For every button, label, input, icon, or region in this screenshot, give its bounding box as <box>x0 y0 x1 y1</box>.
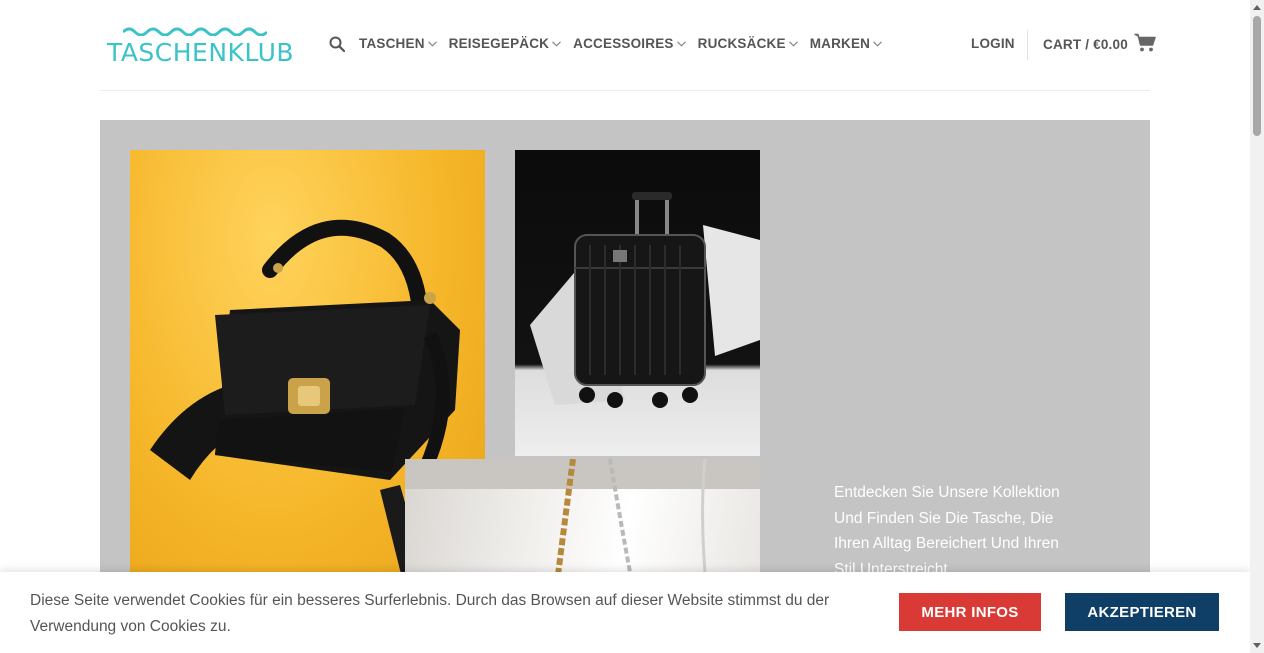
chevron-down-icon <box>873 40 883 47</box>
search-icon[interactable] <box>329 36 345 52</box>
scroll-up-icon[interactable] <box>1253 4 1261 10</box>
page-scrollbar[interactable] <box>1250 0 1264 653</box>
luggage-image[interactable] <box>515 150 760 456</box>
cart-label: CART / €0.00 <box>1043 37 1128 52</box>
nav-item-taschen[interactable]: TASCHEN <box>359 36 437 51</box>
nav-item-marken[interactable]: MARKEN <box>809 36 883 51</box>
cookie-banner: Diese Seite verwendet Cookies für ein be… <box>0 572 1250 653</box>
cart-link[interactable]: CART / €0.00 <box>1043 33 1156 53</box>
login-link[interactable]: LOGIN <box>971 36 1015 51</box>
scrollbar-thumb[interactable] <box>1253 16 1261 136</box>
more-info-button[interactable]: MEHR INFOS <box>899 593 1041 631</box>
page: TASCHENKLUB TASCHEN REISEGEPÄCK ACCESSOI… <box>0 0 1264 653</box>
nav-item-label: TASCHEN <box>359 36 425 51</box>
chevron-down-icon <box>552 40 562 47</box>
cookie-text: Diese Seite verwendet Cookies für ein be… <box>30 592 830 635</box>
nav-item-label: MARKEN <box>809 36 871 51</box>
chevron-down-icon <box>676 40 686 47</box>
cart-icon <box>1134 33 1156 52</box>
main-nav: TASCHEN REISEGEPÄCK ACCESSOIRES RUCKSÄCK… <box>359 36 894 51</box>
nav-item-label: ACCESSOIRES <box>573 36 674 51</box>
hero-text: Entdecken Sie Unsere Kollektion Und Find… <box>834 484 1060 578</box>
nav-item-reisegepaeck[interactable]: REISEGEPÄCK <box>448 36 562 51</box>
chevron-down-icon <box>427 40 437 47</box>
nav-item-accessoires[interactable]: ACCESSOIRES <box>573 36 686 51</box>
accept-cookies-button[interactable]: AKZEPTIEREN <box>1065 593 1219 631</box>
site-logo[interactable]: TASCHENKLUB <box>107 26 297 67</box>
site-header: TASCHENKLUB TASCHEN REISEGEPÄCK ACCESSOI… <box>0 0 1250 91</box>
chevron-down-icon <box>788 40 798 47</box>
nav-item-label: RUCKSÄCKE <box>697 36 786 51</box>
scroll-down-icon[interactable] <box>1253 643 1261 649</box>
logo-text: TASCHENKLUB <box>107 38 295 67</box>
logo-waves-icon <box>123 27 267 36</box>
luggage-illustration <box>530 192 760 408</box>
nav-item-rucksaecke[interactable]: RUCKSÄCKE <box>698 36 798 51</box>
nav-item-label: REISEGEPÄCK <box>448 36 550 51</box>
header-separator <box>100 90 1150 91</box>
header-divider <box>1027 30 1028 60</box>
